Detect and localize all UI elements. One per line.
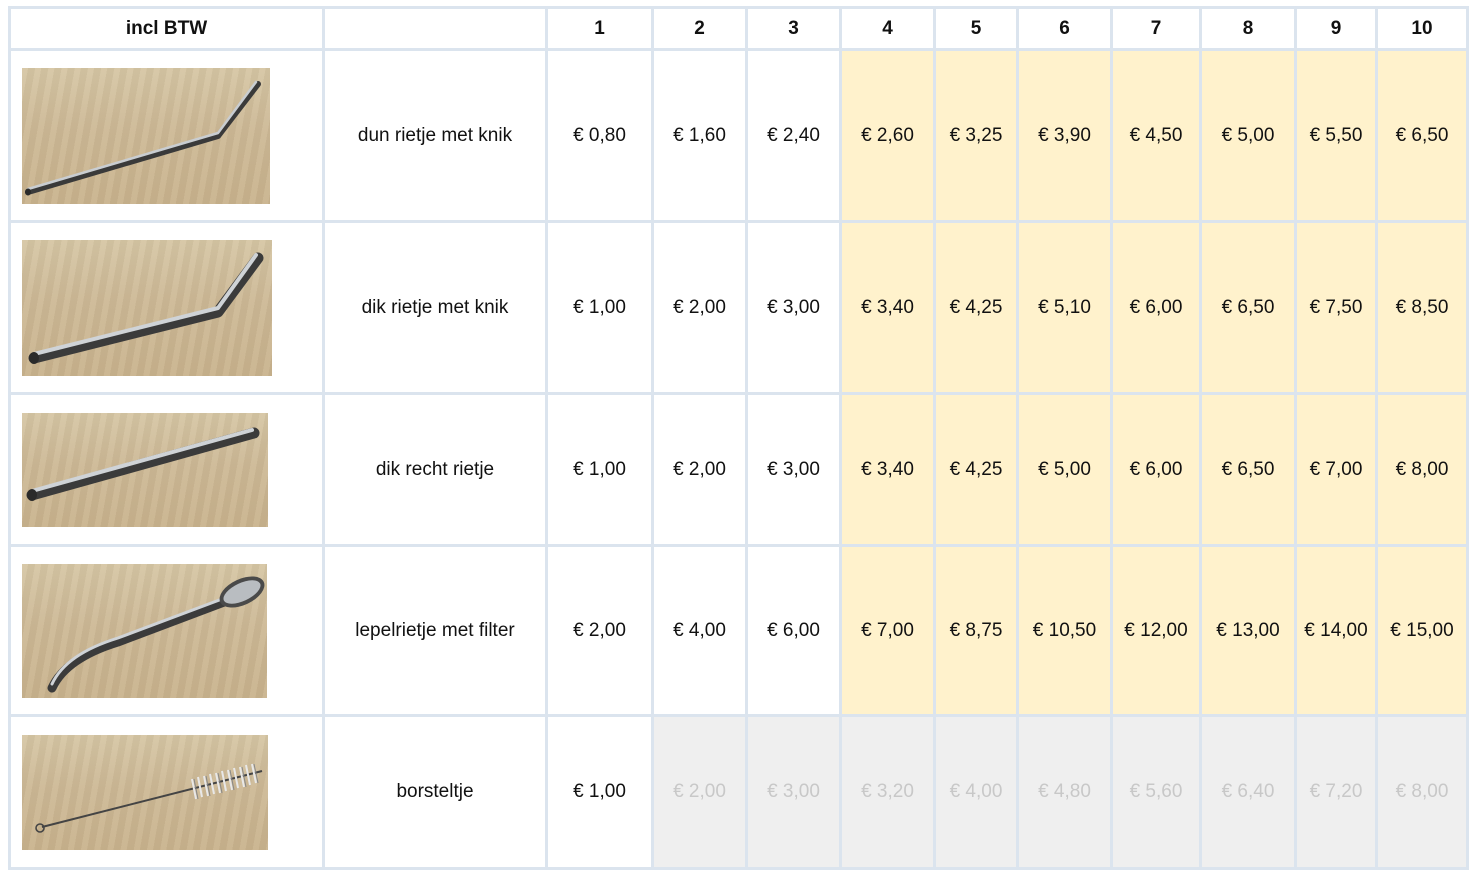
discount-price-cell: € 3,90 xyxy=(1016,48,1113,223)
photo-cell xyxy=(8,714,325,870)
price-cell: € 6,00 xyxy=(745,544,842,717)
price-cell: € 2,40 xyxy=(745,48,842,223)
quantity-header: 10 xyxy=(1375,6,1469,51)
price-cell: € 2,00 xyxy=(545,544,654,717)
photo-cell xyxy=(8,48,325,223)
discount-price-cell: € 5,50 xyxy=(1294,48,1378,223)
price-cell: € 3,00 xyxy=(745,392,842,547)
corner-label: incl BTW xyxy=(8,6,325,51)
discount-price-cell: € 4,25 xyxy=(933,220,1019,395)
table-row: dun rietje met knik € 0,80 € 1,60 € 2,40… xyxy=(8,48,1469,223)
discount-price-cell: € 10,50 xyxy=(1016,544,1113,717)
straight-thick-straw-photo xyxy=(22,412,268,527)
bent-thin-straw-photo xyxy=(22,67,270,204)
price-cell: € 1,00 xyxy=(545,714,654,870)
unavailable-price-cell: € 3,00 xyxy=(745,714,842,870)
product-name: dun rietje met knik xyxy=(322,48,548,223)
bent-thick-straw-photo xyxy=(22,239,272,376)
unavailable-price-cell: € 6,40 xyxy=(1199,714,1297,870)
table-row: borsteltje € 1,00 € 2,00 € 3,00 € 3,20 €… xyxy=(8,714,1469,870)
photo-cell xyxy=(8,544,325,717)
discount-price-cell: € 6,50 xyxy=(1199,220,1297,395)
discount-price-cell: € 7,00 xyxy=(1294,392,1378,547)
discount-price-cell: € 3,25 xyxy=(933,48,1019,223)
discount-price-cell: € 12,00 xyxy=(1110,544,1202,717)
discount-price-cell: € 4,50 xyxy=(1110,48,1202,223)
discount-price-cell: € 2,60 xyxy=(839,48,936,223)
unavailable-price-cell: € 7,20 xyxy=(1294,714,1378,870)
table-row: dik rietje met knik € 1,00 € 2,00 € 3,00… xyxy=(8,220,1469,395)
spoon-straw-photo xyxy=(22,563,267,698)
discount-price-cell: € 6,50 xyxy=(1199,392,1297,547)
quantity-header: 4 xyxy=(839,6,936,51)
discount-price-cell: € 4,25 xyxy=(933,392,1019,547)
discount-price-cell: € 3,40 xyxy=(839,220,936,395)
quantity-header: 8 xyxy=(1199,6,1297,51)
discount-price-cell: € 7,00 xyxy=(839,544,936,717)
discount-price-cell: € 5,10 xyxy=(1016,220,1113,395)
discount-price-cell: € 14,00 xyxy=(1294,544,1378,717)
discount-price-cell: € 15,00 xyxy=(1375,544,1469,717)
photo-cell xyxy=(8,220,325,395)
price-cell: € 1,00 xyxy=(545,392,654,547)
discount-price-cell: € 5,00 xyxy=(1199,48,1297,223)
price-table-wrapper: incl BTW 1 2 3 4 5 6 7 8 9 10 dun rietje… xyxy=(8,6,1469,870)
unavailable-price-cell: € 4,00 xyxy=(933,714,1019,870)
unavailable-price-cell: € 4,80 xyxy=(1016,714,1113,870)
price-cell: € 3,00 xyxy=(745,220,842,395)
unavailable-price-cell: € 3,20 xyxy=(839,714,936,870)
discount-price-cell: € 6,00 xyxy=(1110,392,1202,547)
discount-price-cell: € 6,50 xyxy=(1375,48,1469,223)
price-table: incl BTW 1 2 3 4 5 6 7 8 9 10 dun rietje… xyxy=(8,6,1469,870)
quantity-header: 1 xyxy=(545,6,654,51)
unavailable-price-cell: € 5,60 xyxy=(1110,714,1202,870)
unavailable-price-cell: € 8,00 xyxy=(1375,714,1469,870)
quantity-header: 5 xyxy=(933,6,1019,51)
price-cell: € 0,80 xyxy=(545,48,654,223)
photo-cell xyxy=(8,392,325,547)
quantity-header: 9 xyxy=(1294,6,1378,51)
quantity-header: 6 xyxy=(1016,6,1113,51)
discount-price-cell: € 6,00 xyxy=(1110,220,1202,395)
discount-price-cell: € 13,00 xyxy=(1199,544,1297,717)
discount-price-cell: € 5,00 xyxy=(1016,392,1113,547)
header-row: incl BTW 1 2 3 4 5 6 7 8 9 10 xyxy=(8,6,1469,51)
product-name: lepelrietje met filter xyxy=(322,544,548,717)
name-column-header xyxy=(322,6,548,51)
quantity-header: 7 xyxy=(1110,6,1202,51)
quantity-header: 2 xyxy=(651,6,748,51)
discount-price-cell: € 3,40 xyxy=(839,392,936,547)
table-row: dik recht rietje € 1,00 € 2,00 € 3,00 € … xyxy=(8,392,1469,547)
price-cell: € 1,00 xyxy=(545,220,654,395)
price-cell: € 1,60 xyxy=(651,48,748,223)
cleaning-brush-photo xyxy=(22,734,268,850)
table-row: lepelrietje met filter € 2,00 € 4,00 € 6… xyxy=(8,544,1469,717)
price-cell: € 4,00 xyxy=(651,544,748,717)
price-cell: € 2,00 xyxy=(651,220,748,395)
discount-price-cell: € 7,50 xyxy=(1294,220,1378,395)
product-name: borsteltje xyxy=(322,714,548,870)
discount-price-cell: € 8,50 xyxy=(1375,220,1469,395)
product-name: dik rietje met knik xyxy=(322,220,548,395)
quantity-header: 3 xyxy=(745,6,842,51)
unavailable-price-cell: € 2,00 xyxy=(651,714,748,870)
product-name: dik recht rietje xyxy=(322,392,548,547)
price-cell: € 2,00 xyxy=(651,392,748,547)
discount-price-cell: € 8,00 xyxy=(1375,392,1469,547)
discount-price-cell: € 8,75 xyxy=(933,544,1019,717)
